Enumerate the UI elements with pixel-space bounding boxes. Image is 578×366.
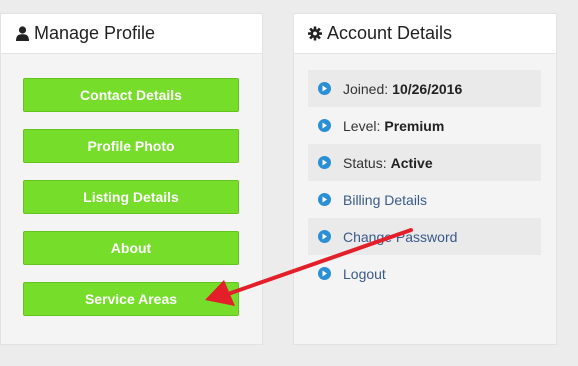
logout-link[interactable]: Logout	[343, 266, 386, 282]
listing-details-button[interactable]: Listing Details	[23, 180, 239, 214]
billing-details-link[interactable]: Billing Details	[343, 192, 427, 208]
play-circle-icon	[318, 82, 331, 95]
profile-photo-button[interactable]: Profile Photo	[23, 129, 239, 163]
status-row: Status: Active	[308, 144, 541, 181]
status-label: Status:	[343, 154, 387, 171]
account-details-panel: Account Details Joined: 10/26/2016 Level…	[293, 13, 557, 345]
status-value: Active	[390, 154, 433, 171]
manage-profile-panel: Manage Profile Contact Details Profile P…	[0, 13, 263, 345]
level-label: Level:	[343, 117, 381, 134]
play-circle-icon	[318, 230, 331, 243]
manage-profile-header: Manage Profile	[1, 14, 262, 54]
play-circle-icon	[318, 119, 331, 132]
change-password-link[interactable]: Change Password	[343, 229, 457, 245]
account-details-list: Joined: 10/26/2016 Level: Premium Status…	[308, 70, 541, 292]
account-details-header: Account Details	[294, 14, 556, 54]
joined-row: Joined: 10/26/2016	[308, 70, 541, 107]
user-icon	[15, 25, 29, 43]
manage-profile-title: Manage Profile	[34, 23, 156, 43]
joined-value: 10/26/2016	[392, 80, 463, 97]
gear-icon	[308, 25, 322, 43]
contact-details-button[interactable]: Contact Details	[23, 78, 239, 112]
change-password-row: Change Password	[308, 218, 541, 255]
account-details-title: Account Details	[327, 23, 453, 43]
level-row: Level: Premium	[308, 107, 541, 144]
level-value: Premium	[384, 117, 445, 134]
billing-details-row: Billing Details	[308, 181, 541, 218]
logout-row: Logout	[308, 255, 541, 292]
about-button[interactable]: About	[23, 231, 239, 265]
play-circle-icon	[318, 193, 331, 206]
play-circle-icon	[318, 156, 331, 169]
play-circle-icon	[318, 267, 331, 280]
service-areas-button[interactable]: Service Areas	[23, 282, 239, 316]
joined-label: Joined:	[343, 80, 389, 97]
